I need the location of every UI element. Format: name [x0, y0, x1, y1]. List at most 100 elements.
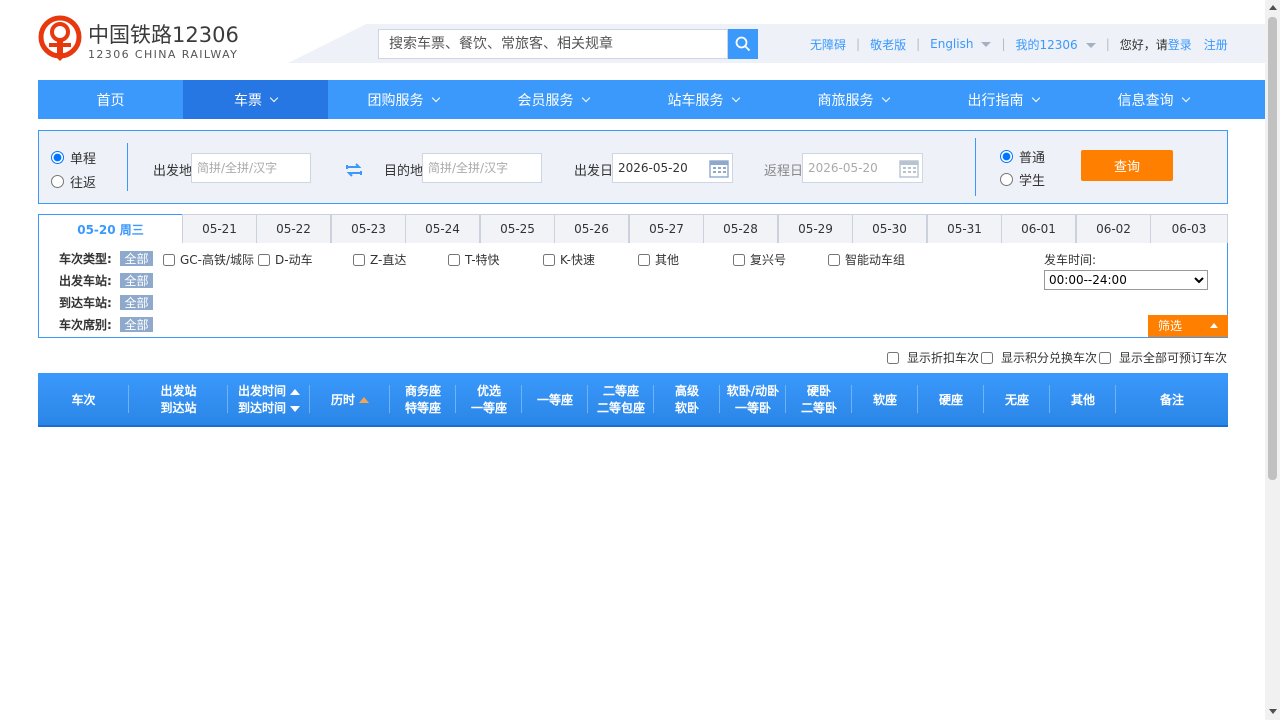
- filter-gc-checkbox[interactable]: GC-高铁/城际: [163, 251, 254, 268]
- date-tab[interactable]: 05-31: [927, 214, 1002, 244]
- to-station-all-button[interactable]: 全部: [120, 295, 153, 310]
- filter-fuxing-checkbox[interactable]: 复兴号: [733, 251, 786, 268]
- col-label: 历时: [330, 392, 355, 407]
- student-ticket-radio[interactable]: 学生: [1000, 170, 1045, 189]
- nav-item-tickets[interactable]: 车票: [183, 80, 328, 119]
- round-trip-radio[interactable]: 往返: [51, 172, 96, 191]
- show-discount-checkbox[interactable]: 显示折扣车次: [887, 349, 979, 366]
- date-tab[interactable]: 05-26: [554, 214, 629, 244]
- date-tab[interactable]: 06-02: [1076, 214, 1151, 244]
- page-scrollbar[interactable]: [1265, 0, 1280, 720]
- train-type-all-button[interactable]: 全部: [120, 251, 153, 266]
- my12306-link[interactable]: 我的12306: [1016, 36, 1096, 53]
- round-trip-label: 往返: [70, 176, 97, 191]
- english-link[interactable]: English: [930, 37, 992, 51]
- screen-button-label: 筛选: [1158, 319, 1183, 333]
- nav-item-home[interactable]: 首页: [38, 80, 183, 119]
- seat-type-all-button[interactable]: 全部: [120, 317, 153, 332]
- logo[interactable]: 中国铁路12306 12306 CHINA RAILWAY: [38, 15, 248, 67]
- filter-smart-emu-checkbox-input[interactable]: [828, 253, 840, 266]
- swap-icon[interactable]: [345, 162, 363, 178]
- date-tab[interactable]: 05-24: [405, 214, 480, 244]
- col-soft-sleeper: 软卧/动卧 一等卧: [720, 373, 786, 427]
- nav-item-station[interactable]: 站车服务: [628, 80, 778, 119]
- calendar-icon[interactable]: [899, 159, 919, 178]
- login-link[interactable]: 登录: [1168, 36, 1192, 53]
- depart-time-select[interactable]: 00:00--24:00: [1044, 270, 1208, 290]
- col-duration[interactable]: 历时: [310, 373, 390, 427]
- date-tab[interactable]: 05-27: [629, 214, 704, 244]
- return-date-field[interactable]: 2026-05-20: [802, 153, 923, 183]
- col-label: 车次: [71, 392, 96, 407]
- from-field[interactable]: 简拼/全拼/汉字: [191, 153, 311, 183]
- date-tab[interactable]: 06-01: [1001, 214, 1076, 244]
- register-link[interactable]: 注册: [1204, 36, 1228, 53]
- separator: |: [856, 37, 861, 51]
- show-points-checkbox[interactable]: 显示积分兑换车次: [981, 349, 1097, 366]
- from-station-all-button[interactable]: 全部: [120, 273, 153, 288]
- filter-z-checkbox[interactable]: Z-直达: [353, 251, 406, 268]
- filter-other-checkbox[interactable]: 其他: [638, 251, 679, 268]
- nav-item-group[interactable]: 团购服务: [328, 80, 478, 119]
- col-label: 一等卧: [734, 401, 771, 415]
- nav-item-guide[interactable]: 出行指南: [928, 80, 1078, 119]
- nav-item-info[interactable]: 信息查询: [1078, 80, 1228, 119]
- student-ticket-radio-input[interactable]: [1000, 173, 1013, 186]
- col-label: 硬卧: [806, 384, 831, 398]
- round-trip-radio-input[interactable]: [51, 175, 64, 188]
- show-discount-label: 显示折扣车次: [907, 351, 980, 365]
- nav-item-member[interactable]: 会员服务: [478, 80, 628, 119]
- filter-d-checkbox[interactable]: D-动车: [258, 251, 313, 268]
- show-all-bookable-checkbox-input[interactable]: [1099, 351, 1111, 364]
- filter-fuxing-checkbox-input[interactable]: [733, 253, 745, 266]
- search-input[interactable]: [389, 30, 727, 58]
- filter-d-checkbox-input[interactable]: [258, 253, 270, 266]
- sort-arrive-time[interactable]: 到达时间: [238, 400, 300, 417]
- date-tab[interactable]: 05-28: [703, 214, 778, 244]
- col-hard-sleeper: 硬卧 二等卧: [786, 373, 852, 427]
- elderly-version-link[interactable]: 敬老版: [870, 36, 906, 53]
- search-button[interactable]: [728, 29, 758, 59]
- normal-ticket-radio[interactable]: 普通: [1000, 147, 1045, 166]
- date-tab[interactable]: 05-29: [778, 214, 853, 244]
- scroll-up-icon[interactable]: [1269, 5, 1277, 10]
- scrollbar-thumb[interactable]: [1268, 17, 1277, 480]
- date-tab[interactable]: 05-25: [480, 214, 555, 244]
- accessibility-link[interactable]: 无障碍: [810, 36, 846, 53]
- filter-k-checkbox[interactable]: K-快速: [543, 251, 595, 268]
- normal-ticket-radio-input[interactable]: [1000, 150, 1013, 163]
- show-points-checkbox-input[interactable]: [981, 351, 993, 364]
- date-tab[interactable]: 05-23: [331, 214, 406, 244]
- railway-logo-icon: [38, 15, 82, 61]
- date-tab[interactable]: 06-03: [1150, 214, 1228, 244]
- filter-t-checkbox[interactable]: T-特快: [448, 251, 500, 268]
- search-box[interactable]: [378, 29, 728, 59]
- date-tab[interactable]: 05-30: [852, 214, 927, 244]
- filter-t-checkbox-input[interactable]: [448, 253, 460, 266]
- one-way-radio-input[interactable]: [51, 151, 64, 164]
- show-all-bookable-checkbox[interactable]: 显示全部可预订车次: [1099, 349, 1227, 366]
- filter-gc-checkbox-input[interactable]: [163, 253, 175, 266]
- screen-toggle-button[interactable]: 筛选: [1148, 315, 1228, 337]
- col-label: 无座: [1004, 392, 1029, 407]
- divider: [975, 138, 976, 196]
- header: 中国铁路12306 12306 CHINA RAILWAY 无障碍 | 敬老版 …: [0, 0, 1265, 80]
- show-discount-checkbox-input[interactable]: [887, 351, 899, 364]
- col-train[interactable]: 车次: [38, 373, 129, 427]
- date-tab[interactable]: 05-22: [256, 214, 331, 244]
- filter-k-checkbox-input[interactable]: [543, 253, 555, 266]
- filter-smart-emu-checkbox[interactable]: 智能动车组: [828, 251, 905, 268]
- col-label: 出发站: [160, 384, 197, 398]
- to-field[interactable]: 简拼/全拼/汉字: [422, 153, 542, 183]
- filter-z-checkbox-input[interactable]: [353, 253, 365, 266]
- filter-other-checkbox-input[interactable]: [638, 253, 650, 266]
- query-button[interactable]: 查询: [1081, 150, 1173, 181]
- depart-date-field[interactable]: 2026-05-20: [612, 153, 733, 183]
- scroll-down-icon[interactable]: [1269, 709, 1277, 714]
- sort-depart-time[interactable]: 出发时间: [238, 383, 300, 400]
- one-way-radio[interactable]: 单程: [51, 148, 96, 167]
- nav-item-business[interactable]: 商旅服务: [778, 80, 928, 119]
- date-tab[interactable]: 05-20 周三: [38, 214, 183, 244]
- date-tab[interactable]: 05-21: [182, 214, 257, 244]
- calendar-icon[interactable]: [709, 159, 729, 178]
